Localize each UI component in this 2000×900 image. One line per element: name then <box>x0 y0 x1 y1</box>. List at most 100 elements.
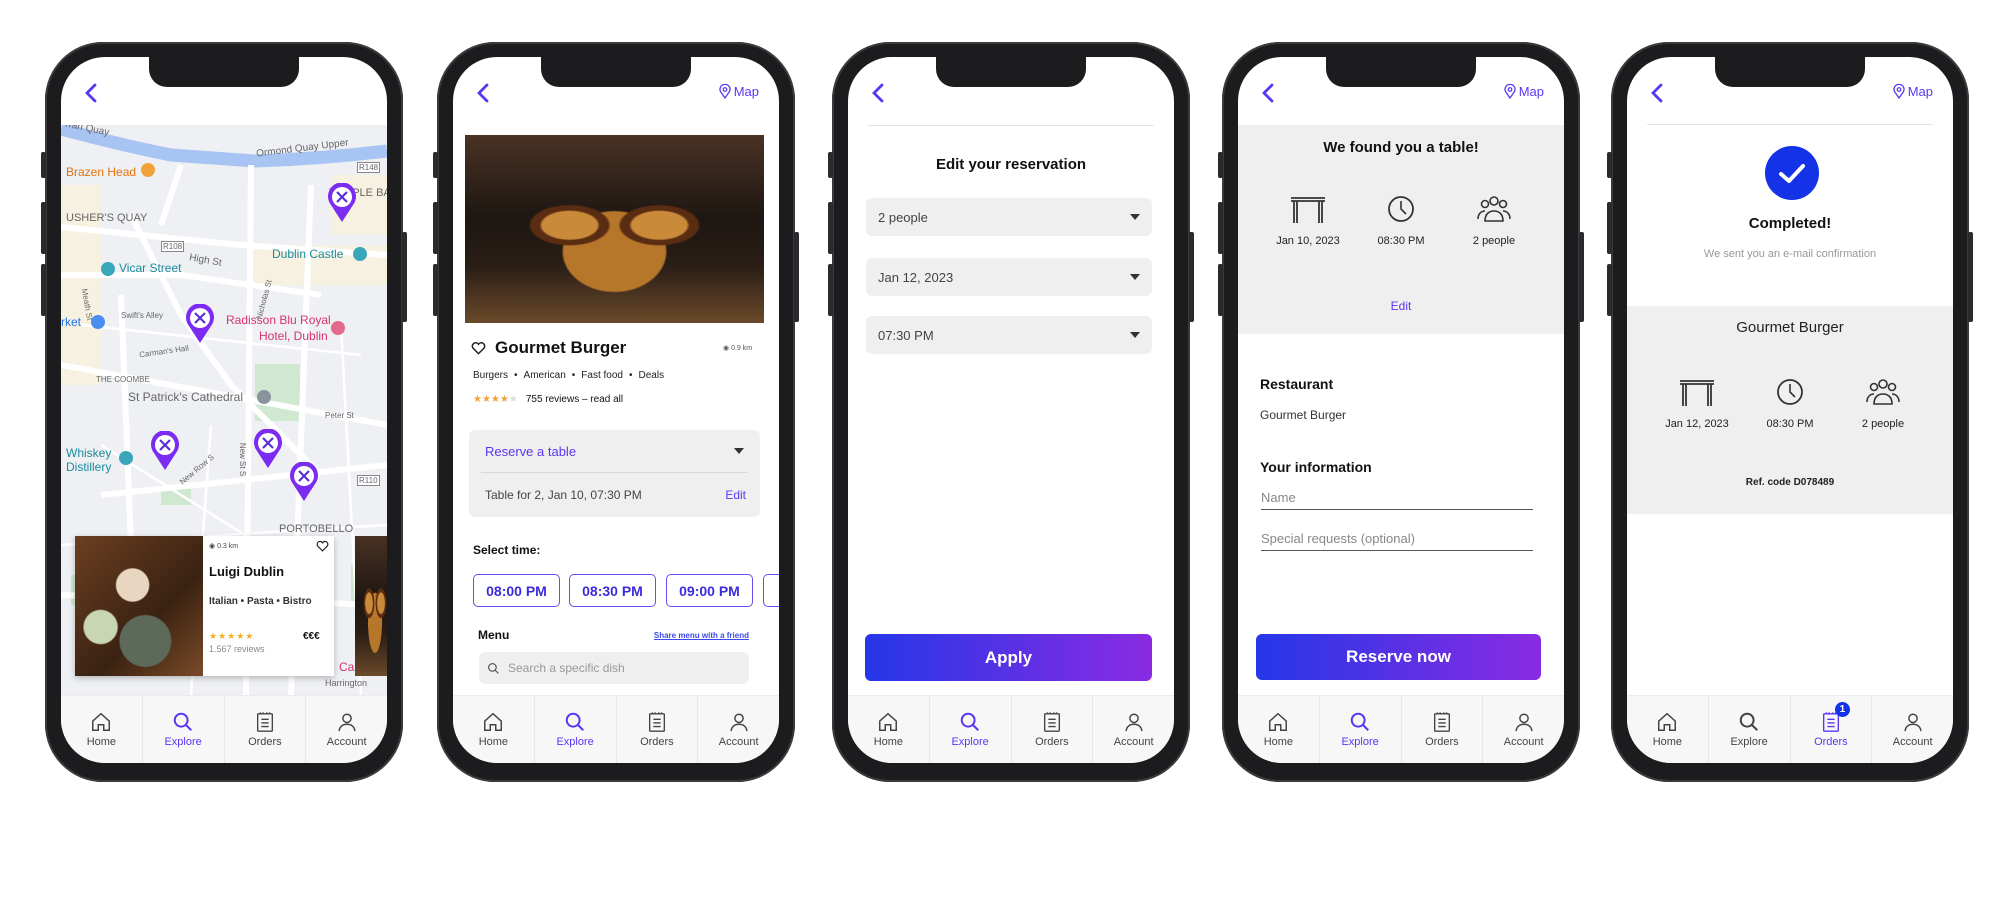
nav-label: Explore <box>556 736 594 748</box>
mute-switch <box>41 152 46 178</box>
nav-explore[interactable]: Explore <box>141 696 224 763</box>
clock-icon <box>1777 379 1803 405</box>
map-label: Harrington <box>325 678 368 688</box>
map-pin-icon <box>719 84 731 99</box>
map-link[interactable]: Map <box>1504 84 1544 99</box>
edit-link[interactable]: Edit <box>1238 299 1564 313</box>
nav-label: Home <box>86 736 117 748</box>
share-menu-link[interactable]: Share menu with a friend <box>654 631 749 640</box>
time-slot-button[interactable]: 09:00 PM <box>666 574 753 607</box>
nav-orders[interactable]: Orders <box>615 696 698 763</box>
nav-label: Home <box>478 736 509 748</box>
nav-account[interactable]: Account <box>1871 696 1953 763</box>
stars-filled: ★★★★ <box>473 394 509 405</box>
edit-reservation-link[interactable]: Edit <box>725 488 746 502</box>
back-chevron-icon[interactable] <box>81 81 103 105</box>
nav-orders[interactable]: Orders <box>223 696 306 763</box>
header-divider <box>1647 124 1933 125</box>
phone-found-table-screen: Map We found you a table! Jan 10, 2023 0… <box>1218 42 1584 782</box>
map-pin-icon <box>1504 84 1516 99</box>
time-select[interactable]: 07:30 PM <box>866 316 1152 354</box>
nav-home[interactable]: Home <box>1238 696 1319 763</box>
volume-up-button <box>1218 202 1223 254</box>
next-restaurant-card[interactable] <box>355 536 387 676</box>
your-information-heading: Your information <box>1260 459 1372 475</box>
clipboard-icon <box>256 712 273 732</box>
nav-label: Home <box>1263 736 1294 748</box>
time-slot-button[interactable]: 08:00 PM <box>473 574 560 607</box>
mute-switch <box>1607 152 1612 178</box>
phone-map-screen: rran Quay Brazen Head Ormond Quay Upper … <box>41 42 407 782</box>
nav-account[interactable]: Account <box>1092 696 1174 763</box>
nav-orders[interactable]: Orders <box>1010 696 1093 763</box>
back-chevron-icon[interactable] <box>1258 81 1280 105</box>
date-value: Jan 12, 2023 <box>1665 418 1729 430</box>
nav-explore[interactable]: Explore <box>533 696 616 763</box>
caret-down-icon <box>1130 214 1140 220</box>
volume-down-button <box>41 264 46 316</box>
nav-account[interactable]: Account <box>697 696 779 763</box>
booking-summary-panel: Gourmet Burger Jan 12, 2023 08:30 PM 2 p… <box>1627 306 1953 514</box>
apply-button[interactable]: Apply <box>865 634 1152 681</box>
home-icon <box>484 712 503 731</box>
heart-icon[interactable] <box>471 341 486 355</box>
special-requests-input[interactable]: Special requests (optional) <box>1261 531 1533 551</box>
time-info: 08:30 PM <box>1740 376 1840 430</box>
user-icon <box>338 713 356 732</box>
nav-home[interactable]: Home <box>61 696 142 763</box>
time-slot-button-partial[interactable] <box>763 574 779 607</box>
restaurant-pin-icon[interactable] <box>150 431 180 471</box>
nav-account[interactable]: Account <box>1482 696 1564 763</box>
nav-account[interactable]: Account <box>305 696 387 763</box>
name-input[interactable]: Name <box>1261 490 1533 510</box>
back-chevron-icon[interactable] <box>1647 81 1669 105</box>
restaurant-pin-icon[interactable] <box>327 183 357 223</box>
people-icon <box>1477 196 1511 222</box>
reserve-dropdown[interactable]: Reserve a table <box>481 430 748 473</box>
notch <box>541 57 691 87</box>
nav-explore[interactable]: Explore <box>1707 696 1790 763</box>
restaurant-pin-icon[interactable] <box>289 462 319 502</box>
reserve-now-button[interactable]: Reserve now <box>1256 634 1541 680</box>
map-link[interactable]: Map <box>1893 84 1933 99</box>
restaurant-pin-icon[interactable] <box>253 429 283 469</box>
back-chevron-icon[interactable] <box>473 81 495 105</box>
price-level: €€€ <box>303 631 320 642</box>
back-chevron-icon[interactable] <box>868 81 890 105</box>
reviews-link[interactable]: 755 reviews – read all <box>526 394 623 405</box>
home-icon <box>1658 712 1677 731</box>
search-icon <box>1739 712 1759 731</box>
dish-search-input[interactable]: Search a specific dish <box>479 652 749 684</box>
nav-explore[interactable]: Explore <box>928 696 1011 763</box>
nav-orders[interactable]: Orders 1 <box>1789 696 1872 763</box>
map-label: Brazen Head <box>66 165 137 179</box>
tag: Burgers <box>473 370 509 381</box>
volume-up-button <box>433 202 438 254</box>
restaurant-pin-icon[interactable] <box>185 304 215 344</box>
power-button <box>1968 232 1973 322</box>
nav-explore[interactable]: Explore <box>1318 696 1401 763</box>
home-icon <box>92 712 111 731</box>
time-slot-button[interactable]: 08:30 PM <box>569 574 656 607</box>
map-label: PORTOBELLO <box>279 523 354 535</box>
volume-up-button <box>828 202 833 254</box>
map-label: Distillery <box>66 460 112 474</box>
map-label: New St S <box>238 442 248 477</box>
found-table-title: We found you a table! <box>1323 139 1479 156</box>
search-icon <box>173 712 193 731</box>
phone-edit-reservation-screen: Edit your reservation 2 people Jan 12, 2… <box>828 42 1194 782</box>
tag: American <box>523 370 566 381</box>
nav-home[interactable]: Home <box>848 696 929 763</box>
map-link[interactable]: Map <box>719 84 759 99</box>
phone-restaurant-screen: Map Gourmet Burger ◉ 0.9 km Burgers • Ame… <box>433 42 799 782</box>
volume-down-button <box>1218 264 1223 316</box>
map-label: Hotel, Dublin <box>259 329 328 343</box>
nav-orders[interactable]: Orders <box>1400 696 1483 763</box>
nav-home[interactable]: Home <box>453 696 534 763</box>
nav-home[interactable]: Home <box>1627 696 1708 763</box>
restaurant-card[interactable]: ◉ 0.3 km Luigi Dublin Italian • Pasta • … <box>75 536 334 676</box>
heart-icon[interactable] <box>316 540 329 552</box>
party-size-select[interactable]: 2 people <box>866 198 1152 236</box>
volume-up-button <box>1607 202 1612 254</box>
date-select[interactable]: Jan 12, 2023 <box>866 258 1152 296</box>
